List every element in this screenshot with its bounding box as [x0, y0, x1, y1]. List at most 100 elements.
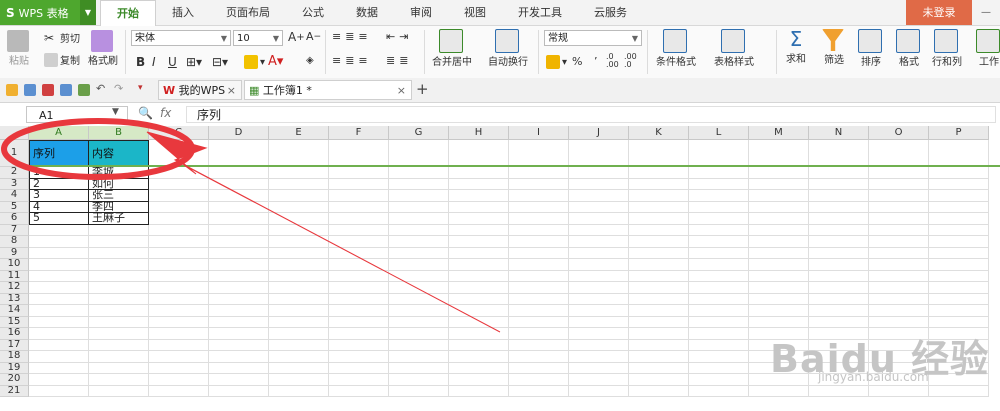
cell-d8[interactable] [209, 236, 269, 248]
cell-i10[interactable] [509, 259, 569, 271]
cell-e1[interactable] [269, 140, 329, 167]
cell-g21[interactable] [389, 385, 449, 397]
tab-formulas[interactable]: 公式 [286, 0, 340, 25]
cell-i2[interactable] [509, 167, 569, 179]
cell-o7[interactable] [869, 224, 929, 236]
cell-i3[interactable] [509, 178, 569, 190]
column-header-i[interactable]: I [509, 126, 569, 140]
cell-p8[interactable] [929, 236, 989, 248]
cell-h9[interactable] [449, 247, 509, 259]
cell-m21[interactable] [749, 385, 809, 397]
cell-g13[interactable] [389, 293, 449, 305]
cell-j8[interactable] [569, 236, 629, 248]
cell-l8[interactable] [689, 236, 749, 248]
cell-a16[interactable] [29, 328, 89, 340]
cell-d7[interactable] [209, 224, 269, 236]
cell-j6[interactable] [569, 213, 629, 225]
cell-m5[interactable] [749, 201, 809, 213]
row-header[interactable]: 21 [0, 385, 29, 397]
font-color-button[interactable]: A▾ [268, 54, 283, 69]
column-header-b[interactable]: B [89, 126, 149, 140]
cell-m12[interactable] [749, 282, 809, 294]
increase-decimal-button[interactable]: .0 .00 [606, 53, 622, 69]
merge-center-button[interactable]: 合并居中 [432, 29, 472, 68]
cell-o2[interactable] [869, 167, 929, 179]
cell-h2[interactable] [449, 167, 509, 179]
font-grow-button[interactable]: A + [288, 30, 305, 44]
cell-l7[interactable] [689, 224, 749, 236]
column-header-m[interactable]: M [749, 126, 809, 140]
tab-data[interactable]: 数据 [340, 0, 394, 25]
cell-a4[interactable]: 3 [29, 190, 89, 202]
tab-home[interactable]: 开始 [100, 0, 156, 27]
cell-f8[interactable] [329, 236, 389, 248]
cell-i7[interactable] [509, 224, 569, 236]
cell-c10[interactable] [149, 259, 209, 271]
cell-i13[interactable] [509, 293, 569, 305]
cell-f18[interactable] [329, 351, 389, 363]
column-header-l[interactable]: L [689, 126, 749, 140]
cell-h11[interactable] [449, 270, 509, 282]
cell-o6[interactable] [869, 213, 929, 225]
cell-i21[interactable] [509, 385, 569, 397]
cell-k20[interactable] [629, 374, 689, 386]
cell-c16[interactable] [149, 328, 209, 340]
fx-icon[interactable]: fx [160, 106, 171, 120]
cell-m2[interactable] [749, 167, 809, 179]
tab-view[interactable]: 视图 [448, 0, 502, 25]
copy-button[interactable]: 复制 [44, 52, 80, 67]
cell-o15[interactable] [869, 316, 929, 328]
cell-e13[interactable] [269, 293, 329, 305]
cell-j12[interactable] [569, 282, 629, 294]
cell-m13[interactable] [749, 293, 809, 305]
row-header[interactable]: 14 [0, 304, 29, 317]
cell-l6[interactable] [689, 213, 749, 225]
cell-j13[interactable] [569, 293, 629, 305]
cell-l20[interactable] [689, 374, 749, 386]
cell-f4[interactable] [329, 190, 389, 202]
cell-b18[interactable] [89, 351, 149, 363]
cell-f13[interactable] [329, 293, 389, 305]
cell-h1[interactable] [449, 140, 509, 167]
cell-e10[interactable] [269, 259, 329, 271]
cell-e9[interactable] [269, 247, 329, 259]
cell-n14[interactable] [809, 305, 869, 317]
cell-h13[interactable] [449, 293, 509, 305]
cell-j18[interactable] [569, 351, 629, 363]
cell-d16[interactable] [209, 328, 269, 340]
cell-c17[interactable] [149, 339, 209, 351]
cell-o13[interactable] [869, 293, 929, 305]
borders-button[interactable]: ⊞▾ [186, 55, 202, 69]
cell-c7[interactable] [149, 224, 209, 236]
cell-m1[interactable] [749, 140, 809, 167]
cell-a3[interactable]: 2 [29, 178, 89, 190]
fill-color-button[interactable]: ▾ [244, 55, 265, 69]
cell-o5[interactable] [869, 201, 929, 213]
tab-cloud[interactable]: 云服务 [578, 0, 643, 25]
cell-l1[interactable] [689, 140, 749, 167]
decrease-decimal-button[interactable]: .00 .0 [624, 53, 640, 69]
cell-f9[interactable] [329, 247, 389, 259]
distribute-buttons[interactable]: ≣≣ [386, 54, 412, 67]
font-shrink-button[interactable]: A − [306, 30, 321, 43]
cell-i16[interactable] [509, 328, 569, 340]
cell-i4[interactable] [509, 190, 569, 202]
close-icon[interactable]: × [227, 81, 236, 101]
cell-n11[interactable] [809, 270, 869, 282]
cell-h21[interactable] [449, 385, 509, 397]
cell-g10[interactable] [389, 259, 449, 271]
column-header-p[interactable]: P [929, 126, 989, 140]
row-header[interactable]: 2 [0, 166, 29, 179]
cell-n6[interactable] [809, 213, 869, 225]
cell-c3[interactable] [149, 178, 209, 190]
cell-e2[interactable] [269, 167, 329, 179]
cell-o9[interactable] [869, 247, 929, 259]
cell-g6[interactable] [389, 213, 449, 225]
cell-i1[interactable] [509, 140, 569, 167]
cell-p11[interactable] [929, 270, 989, 282]
row-header[interactable]: 18 [0, 350, 29, 363]
cell-l14[interactable] [689, 305, 749, 317]
cell-d1[interactable] [209, 140, 269, 167]
cell-p15[interactable] [929, 316, 989, 328]
cell-e3[interactable] [269, 178, 329, 190]
